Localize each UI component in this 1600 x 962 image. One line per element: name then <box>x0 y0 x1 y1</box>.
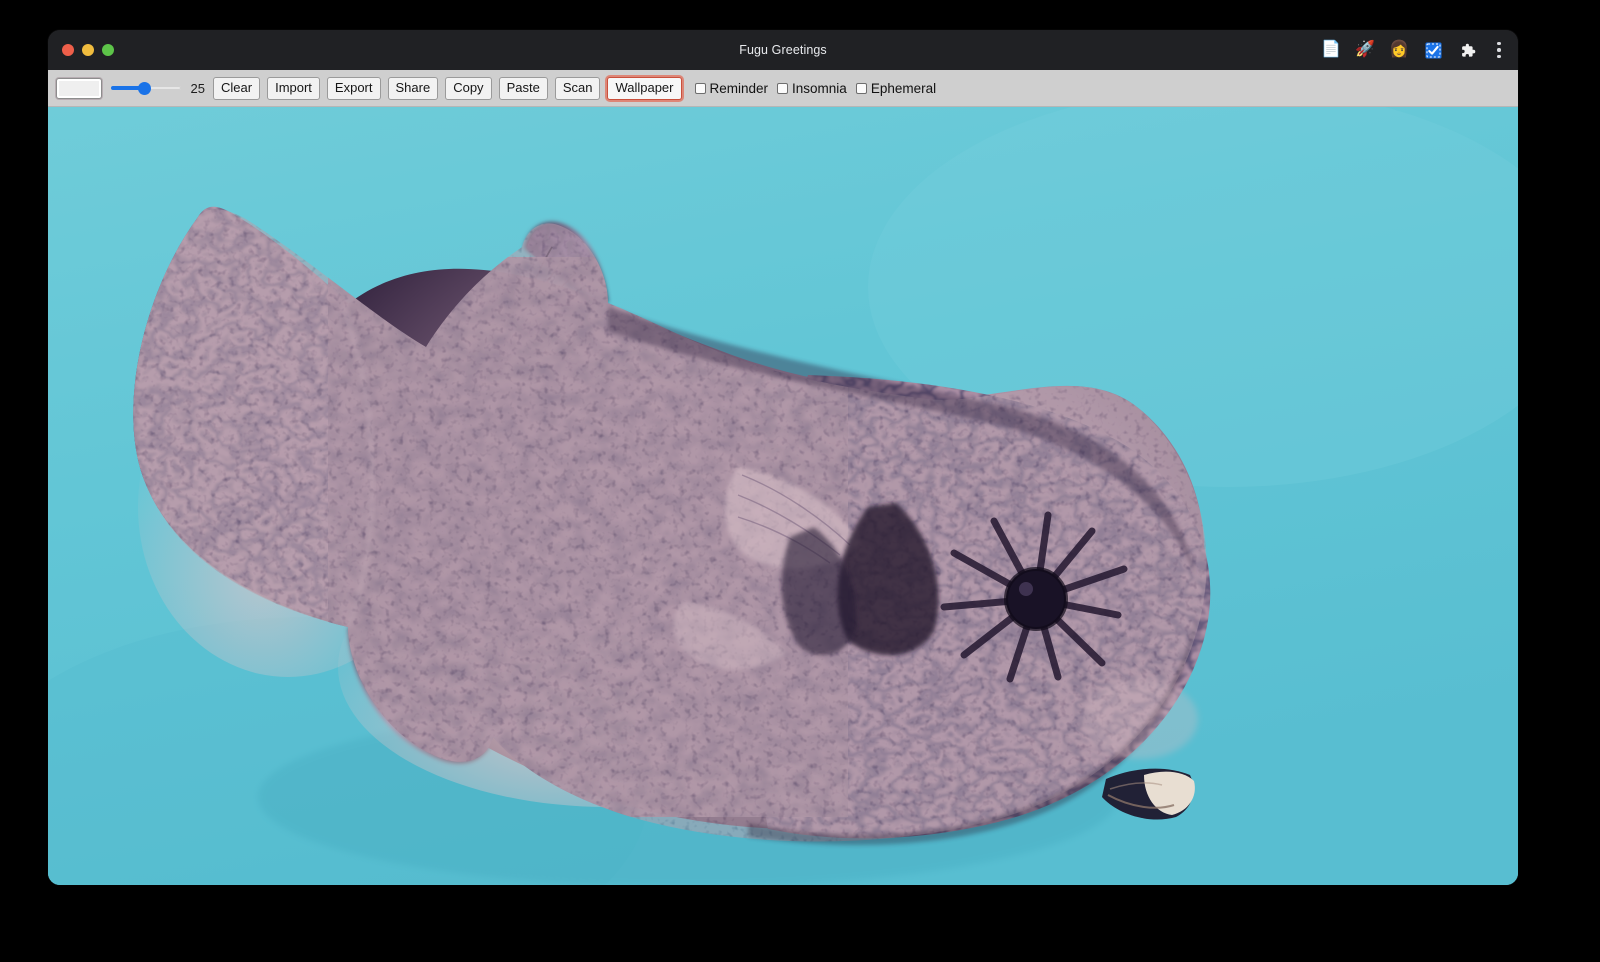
close-window-button[interactable] <box>62 44 74 56</box>
share-button[interactable]: Share <box>388 77 439 100</box>
slider-value-label: 25 <box>188 81 205 96</box>
eye-highlight <box>1019 582 1033 596</box>
ephemeral-checkbox-label: Ephemeral <box>871 81 936 96</box>
menu-dot <box>1497 48 1501 52</box>
clear-button[interactable]: Clear <box>213 77 260 100</box>
scan-button[interactable]: Scan <box>555 77 601 100</box>
page-document-icon[interactable]: 📄 <box>1320 39 1342 61</box>
window-titlebar: Fugu Greetings 📄 🚀 👩 <box>48 30 1518 70</box>
copy-button[interactable]: Copy <box>445 77 491 100</box>
paste-button[interactable]: Paste <box>499 77 548 100</box>
reminder-checkbox-box[interactable] <box>695 83 706 94</box>
reminder-checkbox-label: Reminder <box>710 81 769 96</box>
app-toolbar: 25 Clear Import Export Share Copy Paste … <box>48 70 1518 107</box>
export-button[interactable]: Export <box>327 77 381 100</box>
stroke-width-slider[interactable] <box>111 78 181 99</box>
person-avatar-icon[interactable]: 👩 <box>1388 39 1410 61</box>
window-title: Fugu Greetings <box>48 43 1518 57</box>
desktop-backdrop: Fugu Greetings 📄 🚀 👩 <box>0 0 1600 962</box>
browser-window: Fugu Greetings 📄 🚀 👩 <box>48 30 1518 885</box>
ephemeral-checkbox-box[interactable] <box>856 83 867 94</box>
extensions-puzzle-icon[interactable] <box>1456 39 1478 61</box>
window-controls <box>48 44 114 56</box>
rocket-icon[interactable]: 🚀 <box>1354 39 1376 61</box>
import-button[interactable]: Import <box>267 77 320 100</box>
ephemeral-checkbox[interactable]: Ephemeral <box>856 81 936 96</box>
menu-dot <box>1497 42 1501 46</box>
insomnia-checkbox-box[interactable] <box>777 83 788 94</box>
wallpaper-button[interactable]: Wallpaper <box>607 77 681 100</box>
slider-thumb[interactable] <box>138 82 151 95</box>
insomnia-checkbox-label: Insomnia <box>792 81 847 96</box>
titlebar-actions: 📄 🚀 👩 <box>1320 30 1508 70</box>
insomnia-checkbox[interactable]: Insomnia <box>777 81 847 96</box>
color-picker-swatch[interactable] <box>56 78 102 99</box>
menu-dot <box>1497 55 1501 59</box>
checkmark-badge-icon[interactable] <box>1422 39 1444 61</box>
drawing-canvas[interactable] <box>48 107 1518 885</box>
browser-menu-button[interactable] <box>1490 39 1508 61</box>
pufferfish-photo <box>48 107 1518 885</box>
maximize-window-button[interactable] <box>102 44 114 56</box>
reminder-checkbox[interactable]: Reminder <box>695 81 769 96</box>
minimize-window-button[interactable] <box>82 44 94 56</box>
